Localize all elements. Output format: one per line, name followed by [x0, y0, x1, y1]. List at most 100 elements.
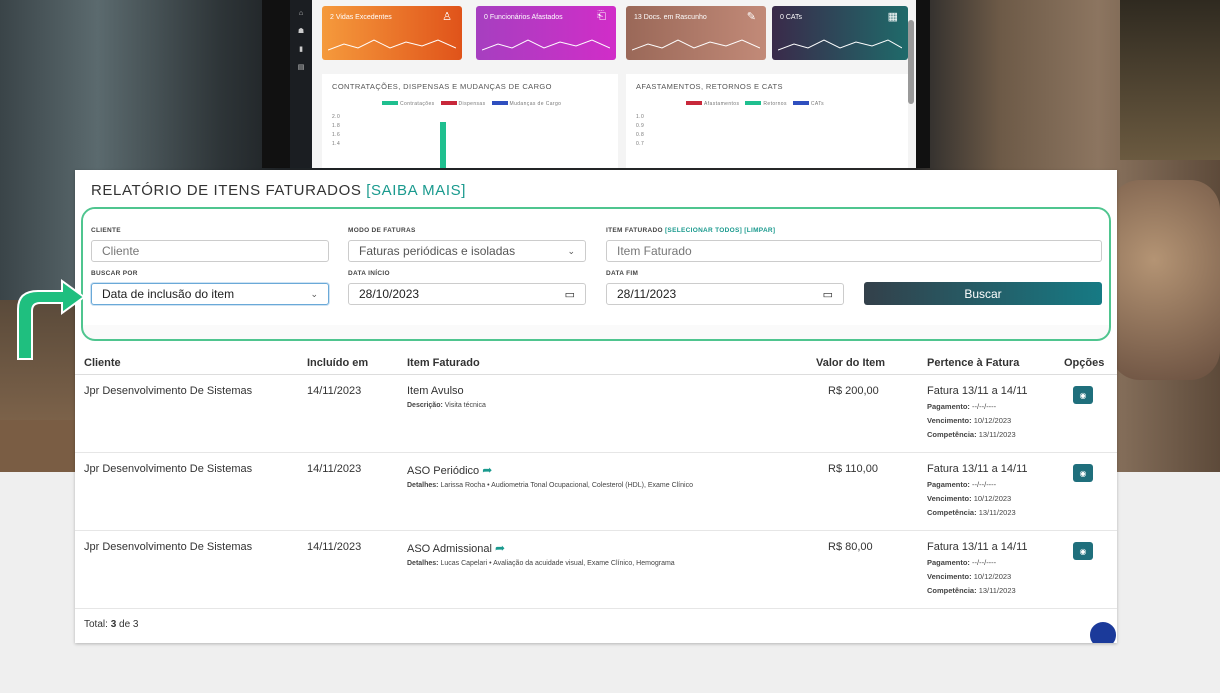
table-header: Cliente Incluído em Item Faturado Valor …	[75, 350, 1117, 375]
data-fim-value: 28/11/2023	[617, 287, 677, 301]
cell-fatura: Fatura 13/11 a 14/11 Pagamento: --/--/--…	[927, 541, 1028, 595]
fatura-pagamento: Pagamento: --/--/----	[927, 402, 1028, 411]
fatura-name: Fatura 13/11 a 14/11	[927, 463, 1028, 475]
view-button[interactable]: ◉	[1073, 542, 1093, 560]
legend-label: Afastamentos	[704, 101, 740, 107]
tick-label: 0.9	[636, 123, 645, 129]
item-label: ITEM FATURADO [SELECIONAR TODOS] [LIMPAR…	[606, 227, 775, 234]
pagamento-label: Pagamento:	[927, 480, 970, 489]
panel-axis: 2.0 1.8 1.6 1.4	[332, 113, 608, 149]
buscar-por-select[interactable]: Data de inclusão do item ⌄	[91, 283, 329, 305]
modo-select-value: Faturas periódicas e isoladas	[359, 244, 516, 258]
modo-select[interactable]: Faturas periódicas e isoladas ⌄	[348, 240, 586, 262]
header-incluido[interactable]: Incluído em	[307, 357, 368, 369]
data-inicio-input[interactable]: 28/10/2023 ▭	[348, 283, 586, 305]
cell-item: ASO Periódico ➦ Detalhes: Larissa Rocha …	[407, 463, 693, 489]
panel-afastamentos: AFASTAMENTOS, RETORNOS E CATS Afastament…	[626, 74, 908, 168]
book-icon: ▦	[887, 11, 898, 23]
fatura-vencimento: Vencimento: 10/12/2023	[927, 416, 1028, 425]
laptop-screen-dashboard: ⌂ ☗ ▮ ▤ 2 Vidas Excedentes ♙ 0 Funcionár…	[290, 0, 916, 168]
header-valor[interactable]: Valor do Item	[816, 357, 885, 369]
buscar-por-label: BUSCAR POR	[91, 270, 138, 277]
vencimento-value: 10/12/2023	[973, 416, 1012, 425]
cliente-label: CLIENTE	[91, 227, 121, 234]
home-icon: ⌂	[298, 10, 304, 17]
competencia-value: 13/11/2023	[978, 430, 1016, 439]
fatura-vencimento: Vencimento: 10/12/2023	[927, 572, 1028, 581]
tick-label: 1.0	[636, 114, 645, 120]
title-text: RELATÓRIO DE ITENS FATURADOS	[91, 182, 362, 199]
card-vidas[interactable]: 2 Vidas Excedentes ♙	[322, 6, 462, 60]
selecionar-todos-link[interactable]: [SELECIONAR TODOS]	[665, 227, 742, 234]
view-button[interactable]: ◉	[1073, 386, 1093, 404]
share-arrow-icon[interactable]: ➦	[482, 463, 492, 477]
item-detail: Descrição: Visita técnica	[407, 402, 486, 409]
chat-widget-button[interactable]	[1087, 619, 1117, 643]
fatura-competencia: Competência: 13/11/2023	[927, 508, 1028, 517]
cell-valor: R$ 80,00	[828, 541, 873, 553]
competencia-value: 13/11/2023	[978, 586, 1016, 595]
data-inicio-label: DATA INÍCIO	[348, 270, 390, 277]
detail-label: Detalhes:	[407, 482, 439, 489]
panel-axis: 1.0 0.9 0.8 0.7	[636, 113, 898, 149]
view-button[interactable]: ◉	[1073, 464, 1093, 482]
vencimento-label: Vencimento:	[927, 416, 972, 425]
cell-item: Item Avulso Descrição: Visita técnica	[407, 385, 486, 409]
detail-text: Visita técnica	[444, 402, 486, 409]
data-fim-label: DATA FIM	[606, 270, 639, 277]
legend-label: Dispensas	[458, 101, 486, 107]
item-detail: Detalhes: Larissa Rocha • Audiometria To…	[407, 482, 693, 489]
competencia-label: Competência:	[927, 430, 977, 439]
legend-item: Afastamentos	[686, 101, 739, 107]
exit-icon: ⎗	[597, 10, 606, 22]
filter-form-body: CLIENTE Cliente MODO DE FATURAS Faturas …	[83, 209, 1109, 325]
mini-sidebar: ⌂ ☗ ▮ ▤	[290, 0, 312, 168]
total-prefix: Total:	[84, 619, 108, 630]
card-afastados[interactable]: 0 Funcionários Afastados ⎗	[476, 6, 616, 60]
card-cats[interactable]: 0 CATs ▦	[772, 6, 908, 60]
calendar-icon[interactable]: ▭	[823, 288, 833, 301]
header-fatura[interactable]: Pertence à Fatura	[927, 357, 1019, 369]
panel-title: AFASTAMENTOS, RETORNOS E CATS	[636, 82, 783, 91]
user-icon: ♙	[442, 11, 452, 23]
sparkline	[482, 39, 610, 51]
vencimento-label: Vencimento:	[927, 572, 972, 581]
legend-label: Contratações	[400, 101, 435, 107]
header-item[interactable]: Item Faturado	[407, 357, 480, 369]
item-faturado-input[interactable]: Item Faturado	[606, 240, 1102, 262]
vencimento-value: 10/12/2023	[973, 572, 1012, 581]
legend-label: Retornos	[763, 101, 787, 107]
saiba-mais-link[interactable]: [SAIBA MAIS]	[366, 182, 466, 199]
calendar-icon[interactable]: ▭	[565, 288, 575, 301]
tick-label: 1.4	[332, 141, 341, 147]
card-rascunho[interactable]: 13 Docs. em Rascunho ✎	[626, 6, 766, 60]
data-inicio-value: 28/10/2023	[359, 287, 420, 301]
highlight-arrow-icon	[17, 279, 86, 360]
stats-icon: ▮	[299, 46, 303, 53]
table-row: Jpr Desenvolvimento De Sistemas 14/11/20…	[75, 531, 1117, 609]
panel-title: CONTRATAÇÕES, DISPENSAS E MUDANÇAS DE CA…	[332, 82, 552, 91]
fatura-competencia: Competência: 13/11/2023	[927, 430, 1028, 439]
limpar-link[interactable]: [LIMPAR]	[744, 227, 775, 234]
pagamento-label: Pagamento:	[927, 558, 970, 567]
cliente-input[interactable]: Cliente	[91, 240, 329, 262]
competencia-label: Competência:	[927, 586, 977, 595]
tick-label: 1.8	[332, 123, 341, 129]
share-arrow-icon[interactable]: ➦	[495, 541, 505, 555]
tick-label: 1.6	[332, 132, 341, 138]
panel-contratacoes: CONTRATAÇÕES, DISPENSAS E MUDANÇAS DE CA…	[322, 74, 618, 168]
header-cliente[interactable]: Cliente	[84, 357, 121, 369]
cell-incluido: 14/11/2023	[307, 463, 362, 475]
data-fim-input[interactable]: 28/11/2023 ▭	[606, 283, 844, 305]
dashboard-scrollbar[interactable]	[908, 20, 914, 104]
vencimento-label: Vencimento:	[927, 494, 972, 503]
filter-form: CLIENTE Cliente MODO DE FATURAS Faturas …	[81, 207, 1111, 341]
header-opcoes: Opções	[1064, 357, 1105, 369]
buscar-button[interactable]: Buscar	[864, 282, 1102, 305]
vencimento-value: 10/12/2023	[973, 494, 1012, 503]
card-label: 0 Funcionários Afastados	[484, 14, 563, 21]
cell-valor: R$ 200,00	[828, 385, 879, 397]
panel-legend: Afastamentos Retornos CATs	[686, 101, 898, 107]
item-label-text: ITEM FATURADO	[606, 227, 663, 234]
cell-cliente: Jpr Desenvolvimento De Sistemas	[84, 463, 253, 475]
